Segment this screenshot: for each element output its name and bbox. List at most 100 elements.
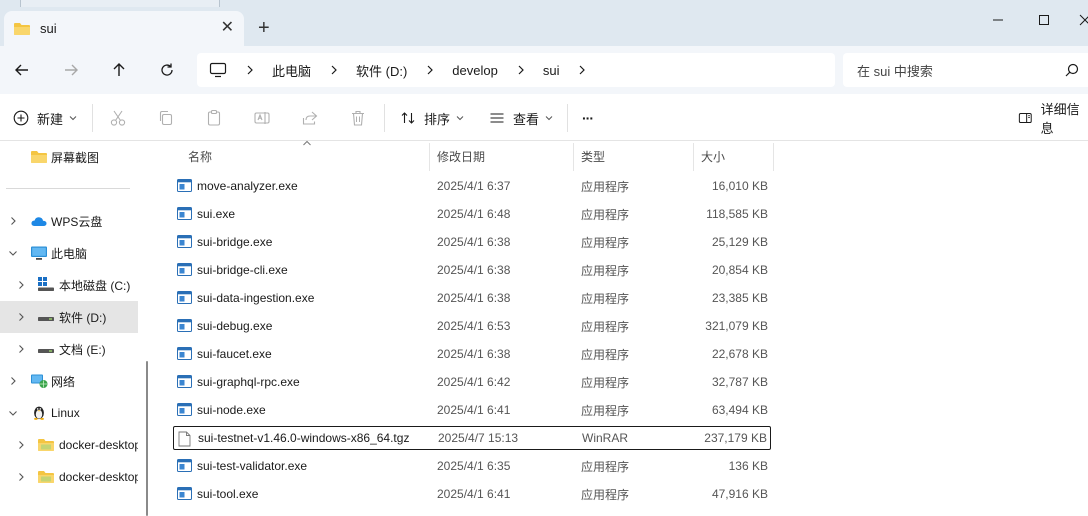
column-header-date[interactable]: 修改日期: [437, 141, 572, 171]
chevron-right-icon[interactable]: [16, 280, 26, 290]
file-type: 应用程序: [581, 263, 630, 278]
file-type: 应用程序: [581, 235, 630, 250]
delete-button[interactable]: [347, 107, 369, 129]
chevron-right-icon[interactable]: [575, 63, 589, 77]
search-box[interactable]: 在 sui 中搜索: [843, 53, 1088, 87]
file-row[interactable]: sui-debug.exe 2025/4/1 6:53 应用程序 321,079 KB: [173, 314, 771, 338]
view-button[interactable]: 查看: [489, 106, 553, 130]
forward-button[interactable]: [59, 58, 83, 82]
share-button[interactable]: [299, 107, 321, 129]
file-row[interactable]: sui-data-ingestion.exe 2025/4/1 6:38 应用程序 2…: [173, 286, 771, 310]
application-exe-icon: [177, 459, 192, 472]
minimize-button[interactable]: [983, 8, 1013, 32]
column-header-size[interactable]: 大小: [701, 141, 771, 171]
column-separator[interactable]: [429, 143, 430, 171]
file-date: 2025/4/1 6:41: [437, 403, 511, 417]
file-size: 136 KB: [728, 459, 768, 473]
clipboard-icon: [207, 109, 221, 126]
file-row[interactable]: sui-bridge-cli.exe 2025/4/1 6:38 应用程序 20,85…: [173, 258, 771, 282]
tab-sui[interactable]: sui ✕: [4, 11, 244, 46]
nav-item-label: WPS云盘: [51, 214, 103, 229]
new-button[interactable]: 新建: [13, 106, 77, 130]
chevron-right-icon[interactable]: [8, 376, 18, 386]
chevron-down-icon: [545, 116, 553, 121]
chevron-right-icon[interactable]: [16, 344, 26, 354]
nav-item-screenshots[interactable]: 屏幕截图: [0, 141, 138, 173]
breadcrumb-drive-d[interactable]: 软件 (D:): [356, 61, 407, 80]
nav-item-docker-desktop[interactable]: docker-desktop: [0, 429, 138, 461]
search-input[interactable]: 在 sui 中搜索: [857, 61, 933, 80]
chevron-down-icon[interactable]: [8, 408, 18, 418]
breadcrumb[interactable]: 此电脑 软件 (D:) develop sui: [197, 53, 835, 87]
file-row[interactable]: sui-graphql-rpc.exe 2025/4/1 6:42 应用程序 32,7…: [173, 370, 771, 394]
column-header-type[interactable]: 类型: [581, 141, 691, 171]
more-options-button[interactable]: ···: [582, 106, 594, 130]
file-size: 23,385 KB: [711, 291, 768, 305]
chevron-down-icon[interactable]: [8, 248, 18, 258]
nav-scrollbar[interactable]: [146, 361, 148, 516]
file-row[interactable]: sui-test-validator.exe 2025/4/1 6:35 应用程序 1…: [173, 454, 771, 478]
file-row[interactable]: sui-bridge.exe 2025/4/1 6:38 应用程序 25,129 KB: [173, 230, 771, 254]
sort-button[interactable]: 排序: [400, 106, 464, 130]
column-separator[interactable]: [573, 143, 574, 171]
new-tab-button[interactable]: +: [258, 17, 270, 39]
tab-close-icon[interactable]: ✕: [221, 19, 234, 37]
nav-item-label: 此电脑: [51, 246, 88, 261]
details-pane-label: 详细信息: [1040, 102, 1080, 136]
nav-item-wps-cloud[interactable]: WPS云盘: [0, 205, 138, 237]
file-row[interactable]: move-analyzer.exe 2025/4/1 6:37 应用程序 16,010…: [173, 174, 771, 198]
rename-button[interactable]: [251, 107, 273, 129]
file-row[interactable]: sui-node.exe 2025/4/1 6:41 应用程序 63,494 KB: [173, 398, 771, 422]
details-pane-button[interactable]: 详细信息: [1018, 102, 1088, 136]
nav-item-drive-d[interactable]: 软件 (D:): [0, 301, 138, 333]
chevron-right-icon[interactable]: [16, 472, 26, 482]
breadcrumb-develop[interactable]: develop: [452, 63, 498, 78]
paste-button[interactable]: [203, 107, 225, 129]
up-button[interactable]: [107, 58, 131, 82]
sort-arrows-icon: [401, 112, 415, 124]
nav-item-linux[interactable]: Linux: [0, 397, 138, 429]
file-row[interactable]: sui.exe 2025/4/1 6:48 应用程序 118,585 KB: [173, 202, 771, 226]
close-icon: [1079, 14, 1088, 26]
close-window-button[interactable]: [1070, 8, 1088, 32]
file-size: 237,179 KB: [704, 431, 767, 445]
cut-button[interactable]: [107, 107, 129, 129]
nav-item-label: 屏幕截图: [51, 150, 100, 165]
chevron-right-icon[interactable]: [8, 216, 18, 226]
breadcrumb-sui[interactable]: sui: [543, 63, 560, 78]
file-date: 2025/4/1 6:41: [437, 487, 511, 501]
nav-item-drive-e[interactable]: 文档 (E:): [0, 333, 138, 365]
application-exe-icon: [177, 319, 192, 332]
column-separator[interactable]: [773, 143, 774, 171]
nav-item-network[interactable]: 网络: [0, 365, 138, 397]
nav-item-drive-c[interactable]: 本地磁盘 (C:): [0, 269, 138, 301]
file-type: 应用程序: [581, 179, 630, 194]
file-row[interactable]: sui-testnet-v1.46.0-windows-x86_64.tgz 20…: [173, 426, 771, 450]
file-type: 应用程序: [581, 207, 630, 222]
nav-item-docker-desktop-data[interactable]: docker-desktop-data: [0, 461, 138, 493]
back-button[interactable]: [10, 58, 34, 82]
nav-item-this-pc[interactable]: 此电脑: [0, 237, 138, 269]
refresh-button[interactable]: [155, 58, 179, 82]
chevron-right-icon: [331, 65, 337, 75]
application-exe-icon: [177, 403, 192, 416]
file-size: 32,787 KB: [711, 375, 768, 389]
file-date: 2025/4/1 6:38: [437, 291, 511, 305]
file-type: 应用程序: [581, 375, 630, 390]
maximize-button[interactable]: [1029, 8, 1059, 32]
file-name: sui-debug.exe: [197, 319, 273, 333]
column-header-label: 修改日期: [437, 149, 486, 164]
file-size: 63,494 KB: [711, 403, 768, 417]
file-date: 2025/4/1 6:38: [437, 347, 511, 361]
breadcrumb-this-pc[interactable]: 此电脑: [272, 61, 311, 80]
chevron-right-icon[interactable]: [16, 440, 26, 450]
chevron-right-icon[interactable]: [16, 312, 26, 322]
column-separator[interactable]: [693, 143, 694, 171]
file-name: sui-tool.exe: [197, 487, 259, 501]
file-row[interactable]: sui-faucet.exe 2025/4/1 6:38 应用程序 22,678 KB: [173, 342, 771, 366]
file-type: 应用程序: [581, 291, 630, 306]
copy-button[interactable]: [155, 107, 177, 129]
file-row[interactable]: sui-tool.exe 2025/4/1 6:41 应用程序 47,916 KB: [173, 482, 771, 506]
file-type: 应用程序: [581, 459, 630, 474]
command-bar: 新建 排序 查看 ··· 详细信息: [0, 94, 1088, 141]
